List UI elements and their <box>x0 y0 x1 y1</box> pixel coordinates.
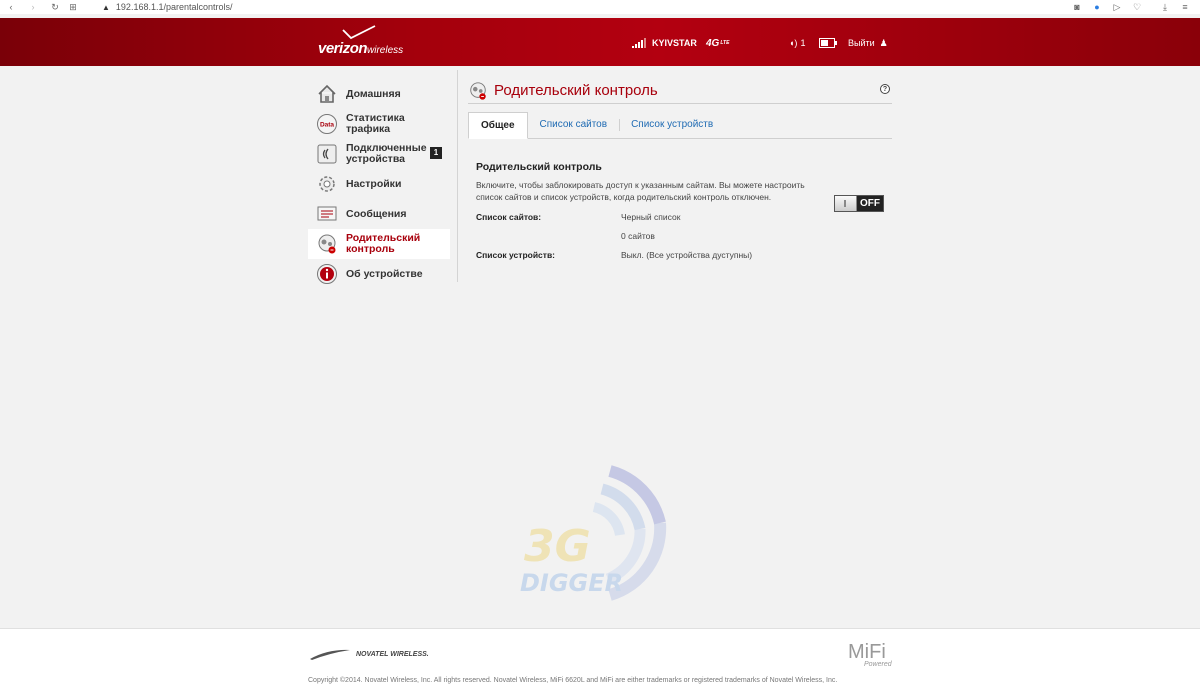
signal-bar <box>635 44 637 48</box>
data-usage-icon: Data <box>317 114 337 134</box>
tab-site-list[interactable]: Список сайтов <box>528 112 620 138</box>
browser-toolbar: ‹ › ↻ ⊞ ▲ 192.168.1.1/parentalcontrols/ … <box>0 0 1200 14</box>
novatel-logo: NOVATEL WIRELESS. <box>308 647 429 661</box>
parental-control-toggle[interactable]: OFF <box>834 195 884 212</box>
sidebar-item-about[interactable]: Об устройстве <box>308 259 450 289</box>
grid-icon[interactable]: ⊞ <box>66 2 80 13</box>
tab-bar: Общее Список сайтов Список устройств <box>468 112 892 139</box>
logo-sub: wireless <box>367 45 404 56</box>
sidebar-item-data-usage[interactable]: Data Статистика трафика <box>308 109 450 139</box>
watermark-3g-digger: 3G DIGGER <box>520 465 667 601</box>
back-icon[interactable]: ‹ <box>4 2 18 12</box>
menu-icon[interactable]: ≡ <box>1178 2 1192 12</box>
user-icon: ♟ <box>879 37 888 48</box>
wifi-broadcast-icon: ◖) <box>789 38 798 48</box>
tab-general[interactable]: Общее <box>468 112 528 139</box>
help-icon[interactable]: ? <box>880 84 890 94</box>
parental-controls-icon <box>318 234 336 254</box>
section-description: Включите, чтобы заблокировать доступ к у… <box>476 180 805 202</box>
warning-icon[interactable]: ▲ <box>102 3 110 12</box>
sidebar-item-label: Об устройстве <box>346 268 423 280</box>
camera-icon[interactable]: ◙ <box>1070 2 1084 12</box>
parental-controls-icon <box>470 81 486 100</box>
sidebar-item-connected-devices[interactable]: Подключенные устройства 1 <box>308 139 450 169</box>
summary-row: 0 сайтов <box>476 231 884 241</box>
watermark-line2: DIGGER <box>520 569 623 597</box>
address-bar[interactable]: 192.168.1.1/parentalcontrols/ <box>116 2 233 12</box>
send-icon[interactable]: ▷ <box>1110 2 1124 13</box>
summary-value: Выкл. (Все устройства дуступны) <box>621 250 753 260</box>
summary-value: Черный список <box>621 212 681 222</box>
shield-icon[interactable]: ● <box>1090 2 1104 12</box>
connected-devices-status[interactable]: ◖) 1 <box>789 36 805 50</box>
sidebar-item-parental-controls[interactable]: Родительский контроль <box>308 229 450 259</box>
forward-icon[interactable]: › <box>26 2 40 12</box>
summary-key <box>476 231 621 241</box>
tab-device-list[interactable]: Список устройств <box>619 112 725 138</box>
sidebar-item-label: Сообщения <box>346 208 407 220</box>
page-header: Родительский контроль ? <box>468 78 892 104</box>
sidebar-item-label: Статистика трафика <box>346 112 405 135</box>
sidebar-divider <box>457 70 458 282</box>
sidebar-item-label: Домашняя <box>346 88 401 100</box>
signal-strength-icon <box>632 38 646 48</box>
sidebar-item-home[interactable]: Домашняя <box>308 79 450 109</box>
toggle-state: OFF <box>860 198 880 209</box>
page-title: Родительский контроль <box>494 82 658 99</box>
connected-count: 1 <box>800 38 806 48</box>
download-icon[interactable]: ⤓ <box>1158 2 1172 13</box>
sidebar-item-label: Настройки <box>346 178 402 190</box>
verizon-check-icon <box>342 25 376 40</box>
messages-icon <box>317 206 337 221</box>
app-header: verizonwireless KYIVSTAR 4G LTE ◖) 1 Выйт… <box>0 18 1200 66</box>
network-label: 4G <box>706 37 720 49</box>
battery-status <box>819 36 837 50</box>
summary-value: 0 сайтов <box>621 231 655 241</box>
home-icon <box>318 84 336 103</box>
summary-row: Список сайтов: Черный список <box>476 212 884 222</box>
copyright-text: Copyright ©2014. Novatel Wireless, Inc. … <box>308 677 838 684</box>
summary-key: Список сайтов: <box>476 212 542 222</box>
watermark-line1: 3G <box>524 521 591 572</box>
connected-devices-badge: 1 <box>430 147 442 159</box>
carrier-status: KYIVSTAR <box>632 36 697 50</box>
summary-key: Список устройств: <box>476 250 555 260</box>
toggle-knob <box>835 196 857 211</box>
verizon-logo: verizonwireless <box>318 40 403 58</box>
novatel-swoosh-icon <box>310 649 350 660</box>
parental-control-section: Родительский контроль Включите, чтобы за… <box>468 161 892 260</box>
reload-icon[interactable]: ↻ <box>48 2 62 13</box>
gear-icon <box>319 176 335 192</box>
signal-bar <box>632 46 634 48</box>
summary-row: Список устройств: Выкл. (Все устройства … <box>476 250 884 260</box>
sidebar-item-label: Родительский контроль <box>346 232 421 255</box>
section-title: Родительский контроль <box>476 161 602 173</box>
info-icon <box>317 264 337 284</box>
carrier-name: KYIVSTAR <box>652 38 697 48</box>
network-suffix: LTE <box>720 40 730 46</box>
signal-bar <box>641 40 643 48</box>
network-type: 4G LTE <box>706 36 729 50</box>
battery-icon <box>819 38 837 48</box>
sidebar-nav: Домашняя Data Статистика трафика Подключ… <box>308 79 450 289</box>
partner-name: NOVATEL WIRELESS. <box>356 650 429 658</box>
svg-text:Data: Data <box>320 122 334 129</box>
connected-devices-icon <box>317 144 337 164</box>
main-content: Родительский контроль ? Общее Список сай… <box>468 78 892 260</box>
logout-label: Выйти <box>848 38 875 48</box>
mifi-powered: Powered <box>864 661 892 668</box>
page-footer: NOVATEL WIRELESS. MiFi Powered Copyright… <box>0 628 1200 700</box>
settings-summary: Список сайтов: Черный список 0 сайтов Сп… <box>476 212 884 260</box>
signal-bar <box>638 42 640 48</box>
logout-button[interactable]: Выйти ♟ <box>848 36 888 50</box>
heart-icon[interactable]: ♡ <box>1130 2 1144 13</box>
logo-brand: verizon <box>318 40 368 57</box>
sidebar-item-messages[interactable]: Сообщения <box>308 199 450 229</box>
signal-bar <box>644 38 646 48</box>
sidebar-item-settings[interactable]: Настройки <box>308 169 450 199</box>
